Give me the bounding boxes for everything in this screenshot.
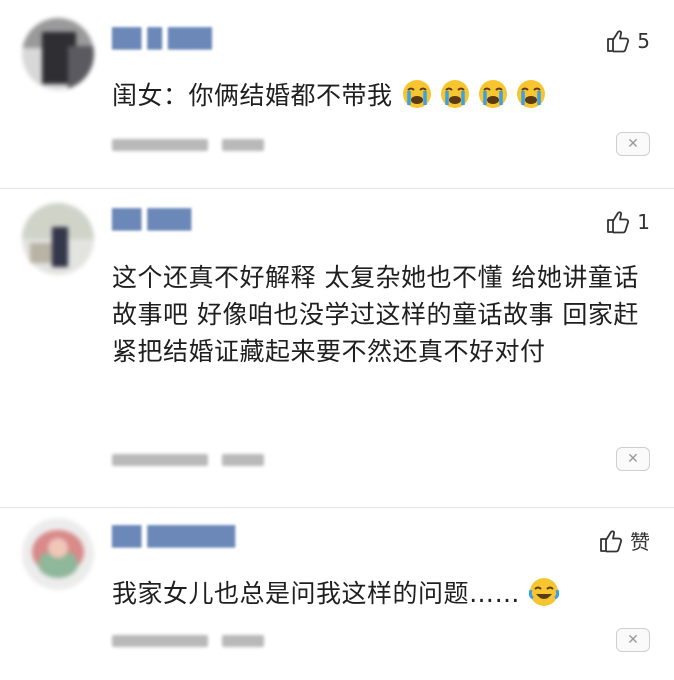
comment-text: 闺女：你俩结婚都不带我 bbox=[112, 78, 642, 114]
like-count: 5 bbox=[637, 29, 650, 53]
like-button[interactable]: 赞 bbox=[598, 526, 650, 555]
loudly-crying-face-icon bbox=[402, 80, 431, 108]
like-button[interactable]: 5 bbox=[605, 28, 650, 54]
dismiss-button[interactable]: ✕ bbox=[616, 447, 650, 471]
username[interactable]: ██ █ ███ bbox=[112, 26, 212, 52]
comment-text-body: 这个还真不好解释 太复杂她也不懂 给她讲童话故事吧 好像咱也没学过这样的童话故事… bbox=[112, 263, 639, 366]
loudly-crying-face-icon bbox=[478, 80, 507, 108]
like-button[interactable]: 1 bbox=[605, 209, 650, 235]
thumbs-up-icon bbox=[600, 529, 623, 552]
comment-3: ██ ██████ 赞 我家女儿也总是问我这样的问题…… ✕ bbox=[0, 508, 674, 680]
loudly-crying-face-icon bbox=[516, 80, 545, 108]
username[interactable]: ██ ██████ bbox=[112, 524, 235, 550]
comment-text: 我家女儿也总是问我这样的问题…… bbox=[112, 576, 642, 612]
username[interactable]: ██ ███ bbox=[112, 207, 191, 233]
avatar[interactable] bbox=[22, 18, 94, 90]
avatar[interactable] bbox=[22, 518, 94, 590]
comment-meta bbox=[112, 632, 264, 650]
comment-meta bbox=[112, 451, 264, 469]
comment-1: ██ █ ███ 5 闺女：你俩结婚都不带我 ✕ bbox=[0, 0, 674, 188]
thumbs-up-icon bbox=[607, 211, 630, 234]
comment-text: 这个还真不好解释 太复杂她也不懂 给她讲童话故事吧 好像咱也没学过这样的童话故事… bbox=[112, 259, 642, 370]
dismiss-button[interactable]: ✕ bbox=[616, 132, 650, 156]
emoji-group bbox=[401, 80, 553, 110]
like-count: 1 bbox=[637, 210, 650, 234]
avatar[interactable] bbox=[22, 203, 94, 275]
comment-2: ██ ███ 1 这个还真不好解释 太复杂她也不懂 给她讲童话故事吧 好像咱也没… bbox=[0, 189, 674, 507]
dismiss-button[interactable]: ✕ bbox=[616, 628, 650, 652]
thumbs-up-icon bbox=[607, 30, 630, 53]
comment-text-body: 闺女：你俩结婚都不带我 bbox=[112, 81, 393, 110]
comment-meta bbox=[112, 136, 264, 154]
comment-text-body: 我家女儿也总是问我这样的问题…… bbox=[112, 579, 521, 608]
face-with-tears-of-joy-icon bbox=[529, 578, 560, 606]
like-label: 赞 bbox=[630, 530, 650, 554]
loudly-crying-face-icon bbox=[440, 80, 469, 108]
